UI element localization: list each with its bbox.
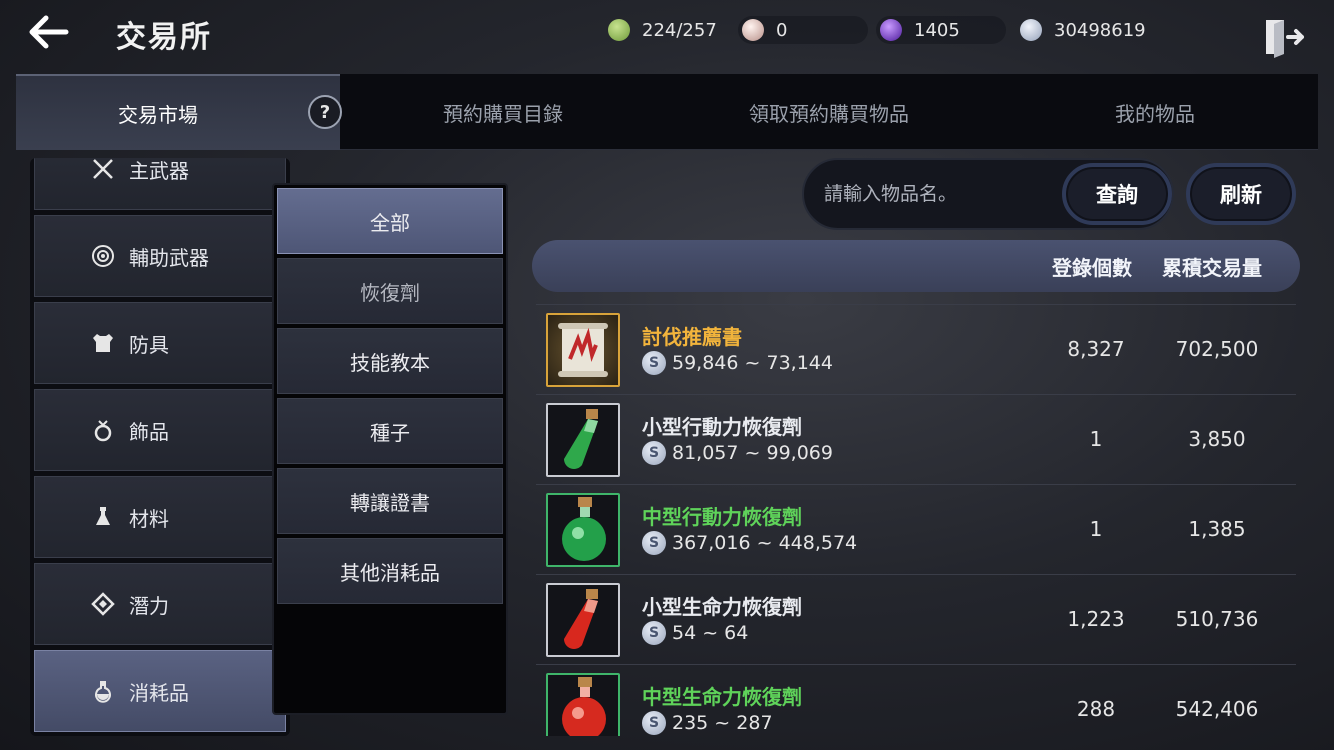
category-list: 主武器 輔助武器 防具 飾品 材料 潛力 消耗品: [30, 158, 290, 736]
target-icon: [92, 245, 114, 267]
table-row[interactable]: 小型行動力恢復劑 S 81,057 ~ 99,069 1 3,850: [536, 394, 1296, 484]
item-price: S 81,057 ~ 99,069: [642, 441, 833, 465]
item-list: 討伐推薦書 S 59,846 ~ 73,144 8,327 702,500 小型…: [536, 304, 1296, 736]
item-volume: 1,385: [1188, 517, 1246, 541]
pearl-icon: [742, 19, 764, 41]
item-volume: 702,500: [1175, 337, 1259, 361]
armor-icon: [93, 334, 113, 352]
subcategory-panel: 全部 恢復劑 技能教本 種子 轉讓證書 其他消耗品: [272, 183, 508, 715]
search-input[interactable]: [824, 174, 1044, 214]
flask-icon: [96, 507, 110, 525]
silver-coin-icon: S: [642, 621, 666, 645]
scroll-icon: [546, 313, 620, 387]
currency-energy: 224/257: [604, 16, 724, 44]
subcategory-skill-book[interactable]: 技能教本: [277, 328, 503, 394]
tab-reservation-list[interactable]: 預約購買目錄: [340, 74, 666, 150]
silver-coin-icon: S: [642, 711, 666, 735]
category-material[interactable]: 材料: [34, 476, 286, 558]
currency-orb: 1405: [876, 16, 1006, 44]
category-label: 輔助武器: [129, 245, 209, 270]
silver-coin-icon: S: [642, 531, 666, 555]
subcategory-transfer-cert[interactable]: 轉讓證書: [277, 468, 503, 534]
subcategory-other[interactable]: 其他消耗品: [277, 538, 503, 604]
green-potion-medium-icon: [546, 493, 620, 567]
table-row[interactable]: 中型行動力恢復劑 S 367,016 ~ 448,574 1 1,385: [536, 484, 1296, 574]
tab-my-items-label: 我的物品: [1115, 101, 1195, 126]
green-potion-small-icon: [546, 403, 620, 477]
tab-reservation-list-label: 預約購買目錄: [443, 101, 563, 126]
red-potion-medium-icon: [546, 673, 620, 736]
tab-market[interactable]: 交易市場: [16, 74, 340, 150]
tab-bar: 交易市場 ? 預約購買目錄 領取預約購買物品 我的物品: [16, 74, 1318, 150]
tab-my-items[interactable]: 我的物品: [992, 74, 1318, 150]
currency-pearl-value: 0: [776, 19, 788, 41]
category-label: 飾品: [129, 419, 169, 444]
subcategory-all[interactable]: 全部: [277, 188, 503, 254]
help-button[interactable]: ?: [308, 95, 342, 129]
table-row[interactable]: 小型生命力恢復劑 S 54 ~ 64 1,223 510,736: [536, 574, 1296, 664]
category-potential[interactable]: 潛力: [34, 563, 286, 645]
tab-market-label: 交易市場: [118, 102, 198, 127]
category-armor[interactable]: 防具: [34, 302, 286, 384]
potion-icon: [95, 681, 111, 703]
query-button[interactable]: 查詢: [1062, 163, 1172, 225]
category-label: 潛力: [129, 593, 169, 618]
item-price: S 367,016 ~ 448,574: [642, 531, 857, 555]
top-bar: 交易所 224/257 0 1405 30498619: [0, 0, 1334, 66]
back-arrow-icon[interactable]: [22, 10, 78, 54]
crossed-swords-icon: [93, 159, 113, 179]
exit-icon[interactable]: [1260, 14, 1306, 60]
price-range: 59,846 ~ 73,144: [672, 352, 833, 374]
category-label: 防具: [129, 332, 169, 357]
green-stone-icon: [608, 19, 630, 41]
category-consumable[interactable]: 消耗品: [34, 650, 286, 732]
silver-coin-icon: [1020, 19, 1042, 41]
tab-claim-reserved[interactable]: 領取預約購買物品: [666, 74, 992, 150]
subcategory-seed[interactable]: 種子: [277, 398, 503, 464]
category-label: 消耗品: [129, 680, 189, 705]
tab-claim-reserved-label: 領取預約購買物品: [749, 101, 909, 126]
item-volume: 3,850: [1188, 427, 1246, 451]
header-count[interactable]: 登錄個數: [1052, 252, 1132, 281]
header-volume[interactable]: 累積交易量: [1162, 252, 1262, 281]
currency-pearl: 0: [738, 16, 868, 44]
red-potion-small-icon: [546, 583, 620, 657]
item-name: 小型生命力恢復劑: [642, 595, 802, 619]
currency-silver-value: 30498619: [1054, 19, 1146, 41]
category-sub-weapon[interactable]: 輔助武器: [34, 215, 286, 297]
subcategory-recovery[interactable]: 恢復劑: [277, 258, 503, 324]
currency-orb-value: 1405: [914, 19, 960, 41]
item-name: 討伐推薦書: [642, 325, 742, 349]
item-name: 中型生命力恢復劑: [642, 685, 802, 709]
category-label: 主武器: [129, 158, 189, 183]
page-title: 交易所: [116, 20, 212, 55]
item-price: S 59,846 ~ 73,144: [642, 351, 833, 375]
price-range: 367,016 ~ 448,574: [672, 532, 858, 554]
silver-coin-icon: S: [642, 441, 666, 465]
refresh-button[interactable]: 刷新: [1186, 163, 1296, 225]
currency-silver: 30498619: [1016, 16, 1176, 44]
price-range: 54 ~ 64: [672, 622, 749, 644]
price-range: 81,057 ~ 99,069: [672, 442, 833, 464]
item-price: S 54 ~ 64: [642, 621, 748, 645]
silver-coin-icon: S: [642, 351, 666, 375]
item-volume: 510,736: [1175, 607, 1259, 631]
category-accessory[interactable]: 飾品: [34, 389, 286, 471]
category-label: 材料: [129, 506, 169, 531]
item-name: 小型行動力恢復劑: [642, 415, 802, 439]
purple-orb-icon: [880, 19, 902, 41]
table-header: 登錄個數 累積交易量: [532, 240, 1300, 292]
table-row[interactable]: 中型生命力恢復劑 S 235 ~ 287 288 542,406: [536, 664, 1296, 736]
currency-energy-value: 224/257: [642, 19, 717, 41]
item-volume: 542,406: [1175, 697, 1259, 721]
ring-icon: [94, 420, 112, 442]
item-name: 中型行動力恢復劑: [642, 505, 802, 529]
category-main-weapon[interactable]: 主武器: [34, 158, 286, 210]
price-range: 235 ~ 287: [672, 712, 773, 734]
item-price: S 235 ~ 287: [642, 711, 773, 735]
table-row[interactable]: 討伐推薦書 S 59,846 ~ 73,144 8,327 702,500: [536, 304, 1296, 394]
diamond-icon: [91, 592, 115, 616]
